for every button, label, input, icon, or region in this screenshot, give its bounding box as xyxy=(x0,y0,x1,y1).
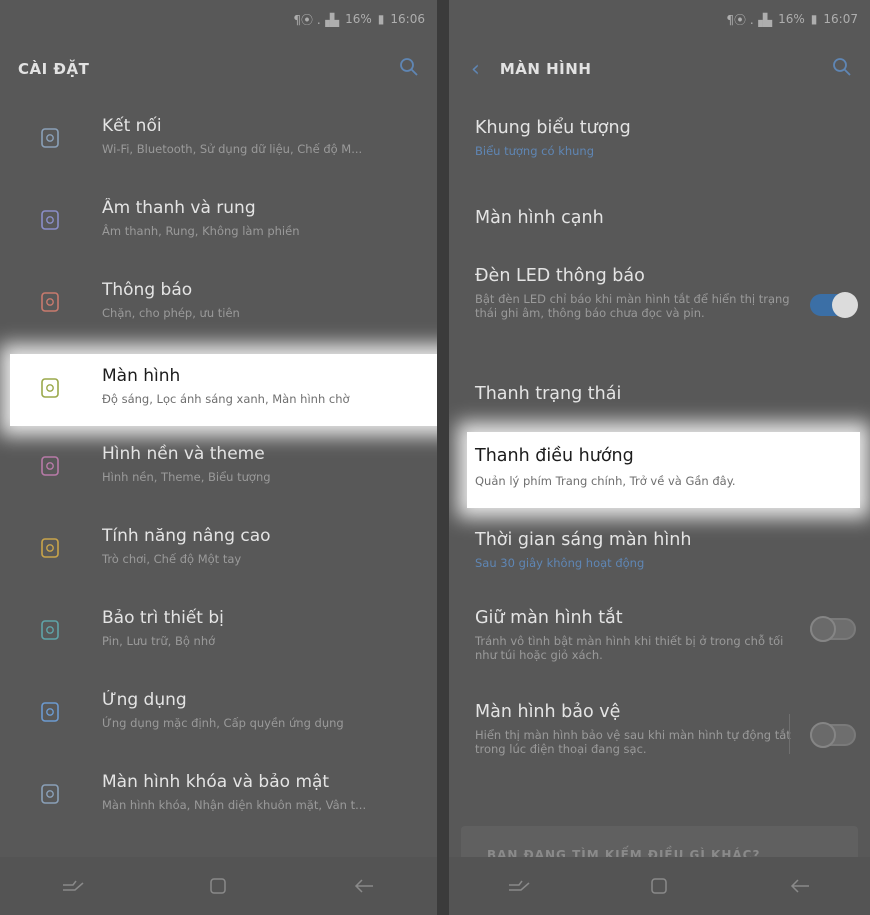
toggle-switch[interactable] xyxy=(810,722,856,748)
notification-icon xyxy=(36,288,64,316)
home-icon[interactable] xyxy=(188,876,248,896)
display-item-subtitle: Quản lý phím Trang chính, Trở về và Gần … xyxy=(475,474,736,488)
sound-icon xyxy=(36,206,64,234)
home-icon[interactable] xyxy=(629,876,689,896)
display-item-1[interactable]: Màn hình cạnh xyxy=(449,196,870,246)
display-app-bar: ‹ MÀN HÌNH xyxy=(449,42,870,96)
nav-bar xyxy=(0,857,437,915)
settings-item-title: Hình nền và theme xyxy=(102,444,265,464)
nav-bar xyxy=(449,857,870,915)
settings-item-subtitle: Chặn, cho phép, ưu tiên xyxy=(102,306,240,320)
settings-item-title: Ứng dụng xyxy=(102,690,187,710)
toggle-knob xyxy=(810,722,836,748)
settings-item-2[interactable]: Thông báo Chặn, cho phép, ưu tiên xyxy=(0,268,437,344)
display-item-subtitle: Hiển thị màn hình bảo vệ sau khi màn hìn… xyxy=(475,728,791,756)
toggle-knob xyxy=(810,616,836,642)
screen-divider xyxy=(437,0,449,915)
separator xyxy=(789,714,790,754)
battery-level: 16% xyxy=(345,12,372,26)
settings-item-title: Âm thanh và rung xyxy=(102,198,256,218)
toggle-knob xyxy=(832,292,858,318)
signal-icon: ¶⦿ .▗▙ xyxy=(293,12,340,27)
display-item-title: Thời gian sáng màn hình xyxy=(475,530,692,550)
settings-item-title: Bảo trì thiết bị xyxy=(102,608,224,628)
search-icon[interactable] xyxy=(832,57,852,81)
wallpaper-icon xyxy=(36,452,64,480)
settings-item-title: Tính năng nâng cao xyxy=(102,526,271,546)
display-item-title: Đèn LED thông báo xyxy=(475,266,645,286)
settings-item-title: Kết nối xyxy=(102,116,162,136)
settings-item-subtitle: Màn hình khóa, Nhận diện khuôn mặt, Vân … xyxy=(102,798,367,812)
device-care-icon xyxy=(36,616,64,644)
settings-item-title: Màn hình khóa và bảo mật xyxy=(102,772,330,792)
settings-item-subtitle: Độ sáng, Lọc ánh sáng xanh, Màn hình chờ xyxy=(102,392,350,406)
settings-item-4[interactable]: Hình nền và theme Hình nền, Theme, Biểu t… xyxy=(0,432,437,508)
display-item-subtitle: Tránh vô tình bật màn hình khi thiết bị … xyxy=(475,634,784,662)
settings-item-subtitle: Âm thanh, Rung, Không làm phiền xyxy=(102,224,300,238)
search-icon[interactable] xyxy=(399,57,419,81)
settings-item-7[interactable]: Ứng dụng Ứng dụng mặc định, Cấp quyền ứng… xyxy=(0,678,437,754)
settings-item-title: Màn hình xyxy=(102,366,181,386)
battery-icon: ▮ xyxy=(810,12,818,26)
display-item-6[interactable]: Giữ màn hình tắt Tránh vô tình bật màn hì… xyxy=(449,596,870,676)
display-item-0[interactable]: Khung biểu tượng Biểu tượng có khung xyxy=(449,106,870,166)
page-title: MÀN HÌNH xyxy=(499,60,592,78)
settings-screen: ¶⦿ .▗▙ 16% ▮ 16:06 CÀI ĐẶT Kết nối Wi-Fi,… xyxy=(0,0,437,915)
display-item-subtitle: Biểu tượng có khung xyxy=(475,144,595,158)
screenshot: ¶⦿ .▗▙ 16% ▮ 16:06 CÀI ĐẶT Kết nối Wi-Fi,… xyxy=(0,0,870,915)
recent-apps-icon[interactable] xyxy=(489,877,549,895)
apps-icon xyxy=(36,698,64,726)
settings-item-subtitle: Trò chơi, Chế độ Một tay xyxy=(102,552,242,566)
toggle-switch[interactable] xyxy=(810,292,858,318)
settings-item-5[interactable]: Tính năng nâng cao Trò chơi, Chế độ Một t… xyxy=(0,514,437,590)
display-item-7[interactable]: Màn hình bảo vệ Hiển thị màn hình bảo vệ … xyxy=(449,690,870,790)
settings-item-0[interactable]: Kết nối Wi-Fi, Bluetooth, Sử dụng dữ liệu… xyxy=(0,104,437,180)
settings-item-subtitle: Pin, Lưu trữ, Bộ nhớ xyxy=(102,634,216,648)
page-title: CÀI ĐẶT xyxy=(18,60,90,78)
connection-icon xyxy=(36,124,64,152)
display-item-4[interactable]: Thanh điều hướng Quản lý phím Trang chính… xyxy=(467,432,860,508)
back-icon[interactable] xyxy=(334,877,394,895)
display-item-subtitle: Bật đèn LED chỉ báo khi màn hình tắt để … xyxy=(475,292,790,320)
display-item-5[interactable]: Thời gian sáng màn hình Sau 30 giây không… xyxy=(449,518,870,578)
battery-icon: ▮ xyxy=(377,12,385,26)
display-item-title: Giữ màn hình tắt xyxy=(475,608,623,628)
lock-icon xyxy=(36,780,64,808)
advanced-features-icon xyxy=(36,534,64,562)
battery-level: 16% xyxy=(778,12,805,26)
status-time: 16:07 xyxy=(823,12,858,26)
display-screen: ¶⦿ .▗▙ 16% ▮ 16:07 ‹ MÀN HÌNH Khung biểu… xyxy=(449,0,870,915)
display-item-title: Thanh điều hướng xyxy=(475,446,634,466)
back-arrow-icon[interactable]: ‹ xyxy=(471,57,480,82)
status-bar: ¶⦿ .▗▙ 16% ▮ 16:07 xyxy=(449,0,870,38)
display-item-3[interactable]: Thanh trạng thái xyxy=(449,372,870,422)
display-icon xyxy=(36,374,64,402)
settings-item-subtitle: Hình nền, Theme, Biểu tượng xyxy=(102,470,271,484)
display-item-2[interactable]: Đèn LED thông báo Bật đèn LED chỉ báo khi… xyxy=(449,254,870,354)
settings-item-title: Thông báo xyxy=(102,280,193,300)
signal-icon: ¶⦿ .▗▙ xyxy=(726,12,773,27)
settings-item-6[interactable]: Bảo trì thiết bị Pin, Lưu trữ, Bộ nhớ xyxy=(0,596,437,672)
toggle-switch[interactable] xyxy=(810,616,856,642)
settings-item-8[interactable]: Màn hình khóa và bảo mật Màn hình khóa, N… xyxy=(0,760,437,836)
settings-item-1[interactable]: Âm thanh và rung Âm thanh, Rung, Không là… xyxy=(0,186,437,262)
display-item-title: Thanh trạng thái xyxy=(475,384,622,404)
display-item-title: Khung biểu tượng xyxy=(475,118,631,138)
settings-item-3[interactable]: Màn hình Độ sáng, Lọc ánh sáng xanh, Màn … xyxy=(10,354,437,426)
settings-app-bar: CÀI ĐẶT xyxy=(0,42,437,96)
status-bar: ¶⦿ .▗▙ 16% ▮ 16:06 xyxy=(0,0,437,38)
display-item-title: Màn hình bảo vệ xyxy=(475,702,621,722)
back-icon[interactable] xyxy=(770,877,830,895)
display-item-subtitle: Sau 30 giây không hoạt động xyxy=(475,556,645,570)
status-time: 16:06 xyxy=(390,12,425,26)
settings-item-subtitle: Ứng dụng mặc định, Cấp quyền ứng dụng xyxy=(102,716,344,730)
settings-item-subtitle: Wi-Fi, Bluetooth, Sử dụng dữ liệu, Chế đ… xyxy=(102,142,363,156)
display-item-title: Màn hình cạnh xyxy=(475,208,604,228)
recent-apps-icon[interactable] xyxy=(43,877,103,895)
